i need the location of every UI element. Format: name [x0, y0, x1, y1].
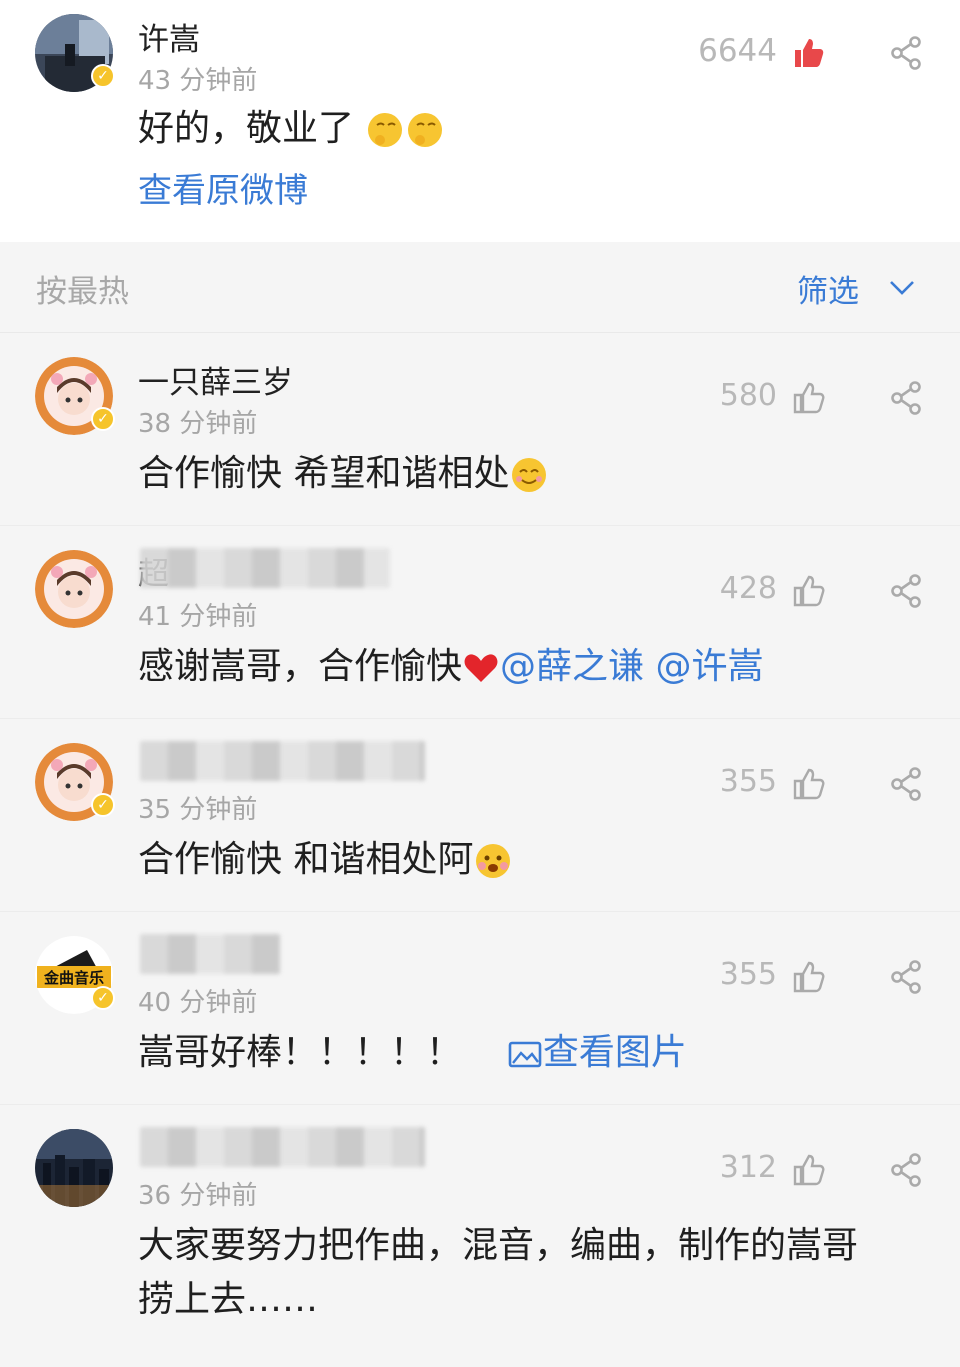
share-icon[interactable]: [888, 1152, 924, 1188]
comment-text: 合作愉快 和谐相处阿: [138, 833, 513, 887]
comment-text: 嵩哥好棒！！！！！ 查看图片: [138, 1026, 687, 1080]
thinking-emoji-icon: [408, 113, 443, 147]
chevron-down-icon[interactable]: [888, 278, 916, 298]
avatar-logo-text: 金曲音乐: [43, 969, 104, 987]
thumbs-up-icon[interactable]: [790, 766, 826, 802]
post-time: 43 分钟前: [138, 66, 258, 96]
comment-time: 40 分钟前: [138, 988, 258, 1018]
author-name[interactable]: 许嵩: [138, 14, 200, 59]
avatar[interactable]: [35, 550, 113, 628]
thumbs-up-icon[interactable]: [790, 959, 826, 995]
verified-badge-icon: ✓: [91, 793, 115, 817]
avatar[interactable]: ✓: [35, 743, 115, 821]
mention-link[interactable]: @许嵩: [655, 646, 763, 687]
comment-item: 超 41 分钟前 428 感谢嵩哥，合作愉快@薛之谦 @许嵩: [0, 526, 960, 719]
like-count: 428: [719, 571, 777, 606]
blush-emoji-icon: [476, 844, 511, 878]
comment-text: 感谢嵩哥，合作愉快 @薛之谦 @许嵩: [138, 640, 764, 694]
like-count: 355: [719, 764, 777, 799]
comment-text-line: 大家要努力把作曲，混音，编曲，制作的嵩哥: [138, 1225, 859, 1266]
comment-list: ✓ 一只薛三岁 38 分钟前 580 合作愉快 希望和谐相处 超 41 分钟前 …: [0, 333, 960, 1367]
comment-text-content: 嵩哥好棒！！！！！: [138, 1032, 463, 1073]
red-heart-icon: [464, 654, 498, 682]
blurred-username: [140, 741, 425, 781]
comment-time: 36 分钟前: [138, 1181, 258, 1211]
view-image-link[interactable]: 查看图片: [543, 1032, 687, 1073]
comment-text-content: 感谢嵩哥，合作愉快: [138, 646, 463, 687]
sort-filter-bar: 按最热 筛选: [0, 242, 960, 333]
comment-item: ✓ 35 分钟前 355 合作愉快 和谐相处阿: [0, 719, 960, 912]
share-icon[interactable]: [888, 380, 924, 416]
comment-text: 合作愉快 希望和谐相处: [138, 447, 549, 501]
avatar-image: [35, 550, 113, 628]
thumbs-up-filled-icon[interactable]: [790, 35, 826, 71]
post-text: 好的，敬业了: [138, 102, 445, 156]
comment-time: 38 分钟前: [138, 409, 258, 439]
share-icon[interactable]: [888, 959, 924, 995]
like-count: 6644: [698, 33, 777, 69]
avatar-image: [35, 1129, 113, 1207]
image-icon[interactable]: [507, 1036, 543, 1072]
thinking-emoji-icon: [368, 113, 403, 147]
blurred-username: [140, 1127, 425, 1167]
comment-item: 36 分钟前 312 大家要努力把作曲，混音，编曲，制作的嵩哥 捞上去……: [0, 1105, 960, 1367]
comment-text-line: 捞上去……: [138, 1279, 319, 1320]
smile-emoji-icon: [512, 458, 547, 492]
verified-badge-icon: ✓: [91, 407, 115, 431]
post-text-content: 好的，敬业了: [138, 108, 355, 149]
comment-text-content: 合作愉快 和谐相处阿: [138, 839, 474, 880]
comment-time: 35 分钟前: [138, 795, 258, 825]
verified-badge-icon: ✓: [91, 64, 115, 88]
thumbs-up-icon[interactable]: [790, 380, 826, 416]
blurred-username: [140, 548, 390, 588]
avatar[interactable]: [35, 1129, 113, 1207]
thumbs-up-icon[interactable]: [790, 1152, 826, 1188]
comment-time: 41 分钟前: [138, 602, 258, 632]
view-original-link[interactable]: 查看原微博: [138, 164, 308, 218]
share-icon[interactable]: [888, 573, 924, 609]
like-count: 580: [719, 378, 777, 413]
comment-item: 金曲音乐 ✓ 40 分钟前 355 嵩哥好棒！！！！！ 查看图片: [0, 912, 960, 1105]
mention-link[interactable]: @薛之谦: [500, 646, 644, 687]
share-icon[interactable]: [888, 35, 924, 71]
share-icon[interactable]: [888, 766, 924, 802]
blurred-username: [140, 934, 280, 974]
like-count: 355: [719, 957, 777, 992]
original-post: ✓ 许嵩 43 分钟前 6644 好的，敬业了 查看原微博: [0, 0, 960, 242]
like-count: 312: [719, 1150, 777, 1185]
avatar[interactable]: 金曲音乐 ✓: [35, 936, 115, 1014]
avatar[interactable]: ✓: [35, 357, 115, 435]
filter-button[interactable]: 筛选: [797, 266, 859, 311]
thumbs-up-icon[interactable]: [790, 573, 826, 609]
avatar[interactable]: ✓: [35, 14, 115, 92]
verified-badge-icon: ✓: [91, 986, 115, 1010]
sort-label[interactable]: 按最热: [36, 266, 129, 311]
commenter-name[interactable]: 一只薛三岁: [138, 357, 293, 402]
comment-item: ✓ 一只薛三岁 38 分钟前 580 合作愉快 希望和谐相处: [0, 333, 960, 526]
comment-text-content: 合作愉快 希望和谐相处: [138, 453, 510, 494]
